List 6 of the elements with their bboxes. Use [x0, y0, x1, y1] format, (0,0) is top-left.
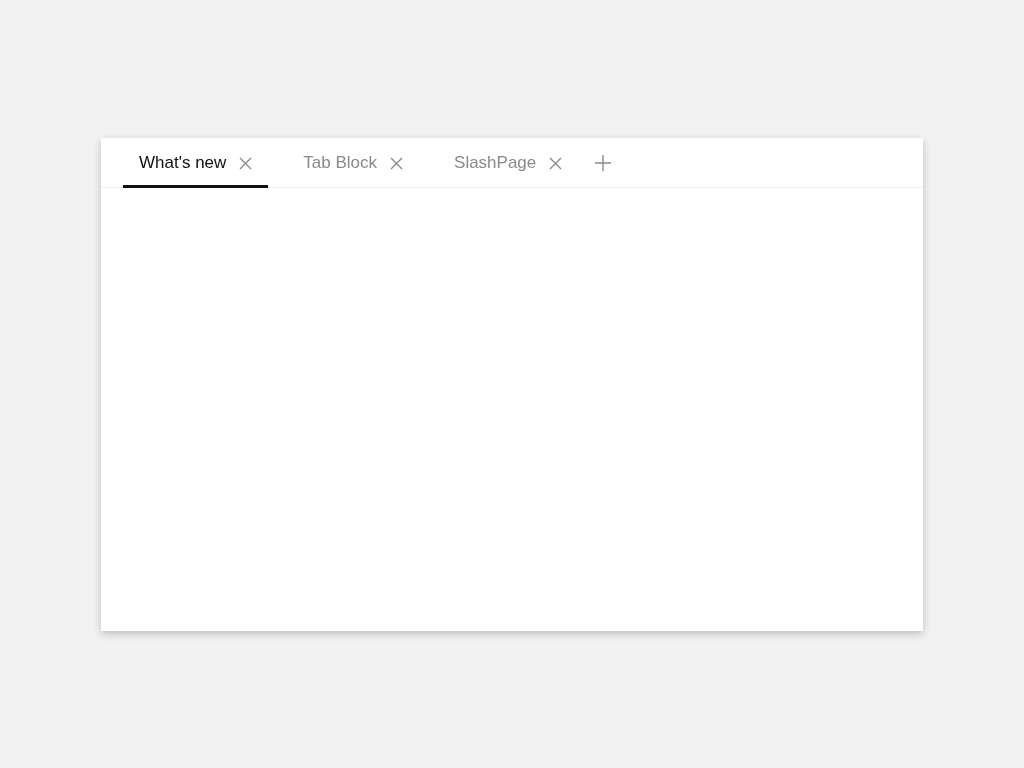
tab[interactable]: SlashPage: [438, 138, 579, 188]
close-icon[interactable]: [239, 156, 253, 170]
close-icon[interactable]: [390, 156, 404, 170]
tab[interactable]: What's new: [123, 138, 269, 188]
close-icon[interactable]: [549, 156, 563, 170]
tab[interactable]: Tab Block: [287, 138, 420, 188]
